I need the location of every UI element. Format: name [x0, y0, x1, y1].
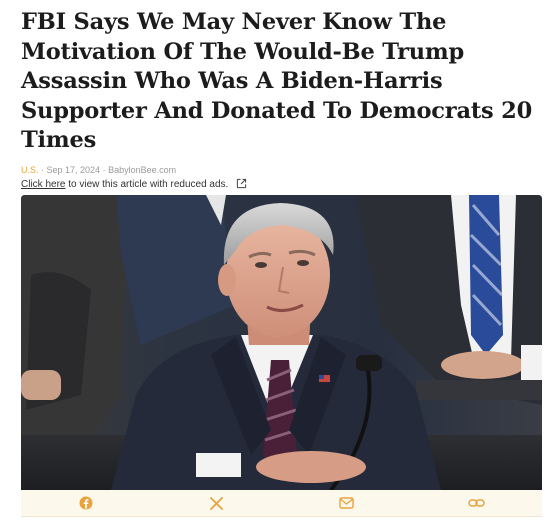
- article: FBI Says We May Never Know The Motivatio…: [0, 0, 553, 523]
- reduced-ads-text: to view this article with reduced ads.: [65, 179, 229, 190]
- mail-icon: [339, 497, 354, 509]
- article-hero-image: [21, 195, 542, 490]
- x-icon: [209, 496, 223, 510]
- reduced-ads-notice: Click here to view this article with red…: [21, 178, 247, 192]
- article-headline: FBI Says We May Never Know The Motivatio…: [21, 9, 533, 153]
- source-name: BabylonBee.com: [108, 165, 177, 175]
- share-facebook-button[interactable]: [21, 490, 151, 516]
- hero-photo-illustration: [21, 195, 542, 490]
- facebook-icon: [79, 496, 93, 510]
- share-x-button[interactable]: [151, 490, 281, 516]
- meta-separator: ·: [100, 165, 109, 175]
- article-meta: U.S. · Sep 17, 2024 · BabylonBee.com: [21, 165, 176, 175]
- share-email-button[interactable]: [282, 490, 412, 516]
- share-copy-link-button[interactable]: [412, 490, 542, 516]
- meta-separator: ·: [38, 165, 47, 175]
- section-tag[interactable]: U.S.: [21, 165, 39, 175]
- link-icon: [468, 497, 486, 509]
- reduced-ads-link[interactable]: Click here: [21, 179, 65, 190]
- publish-date: Sep 17, 2024: [46, 165, 101, 175]
- external-link-icon[interactable]: [236, 178, 247, 192]
- share-bar: [21, 490, 542, 517]
